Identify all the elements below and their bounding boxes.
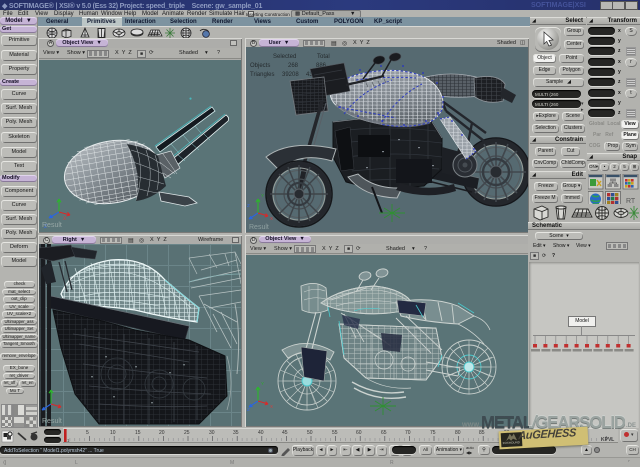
svg-text:1: 1 — [67, 438, 70, 443]
svg-text:Z: Z — [247, 407, 250, 412]
svg-text:50: 50 — [307, 430, 313, 436]
svg-text:5: 5 — [86, 430, 89, 436]
svg-text:75: 75 — [430, 430, 436, 436]
svg-text:30: 30 — [209, 430, 215, 436]
svg-text:39208: 39208 — [282, 72, 299, 78]
svg-text:65: 65 — [381, 430, 387, 436]
svg-text:35: 35 — [233, 430, 239, 436]
svg-text:10: 10 — [110, 430, 116, 436]
svg-text:55: 55 — [332, 430, 338, 436]
svg-text:Selected: Selected — [273, 54, 296, 60]
svg-text:25: 25 — [184, 430, 190, 436]
svg-text:Total: Total — [317, 54, 330, 60]
svg-text:70: 70 — [405, 430, 411, 436]
svg-text:Triangles: Triangles — [250, 72, 274, 78]
svg-text:X: X — [270, 216, 273, 221]
svg-text:268: 268 — [288, 63, 299, 69]
svg-text:80: 80 — [455, 430, 461, 436]
svg-text:40: 40 — [258, 430, 264, 436]
svg-text:20: 20 — [159, 430, 165, 436]
svg-text:●: ● — [189, 96, 192, 102]
svg-text:45: 45 — [282, 430, 288, 436]
svg-text:15: 15 — [135, 430, 141, 436]
svg-text:60: 60 — [356, 430, 362, 436]
svg-text:X: X — [270, 404, 273, 409]
svg-text:Y: Y — [261, 193, 264, 198]
svg-text:Objects: Objects — [250, 63, 270, 69]
svg-text:Y: Y — [261, 381, 264, 386]
svg-text:Z: Z — [247, 203, 250, 208]
